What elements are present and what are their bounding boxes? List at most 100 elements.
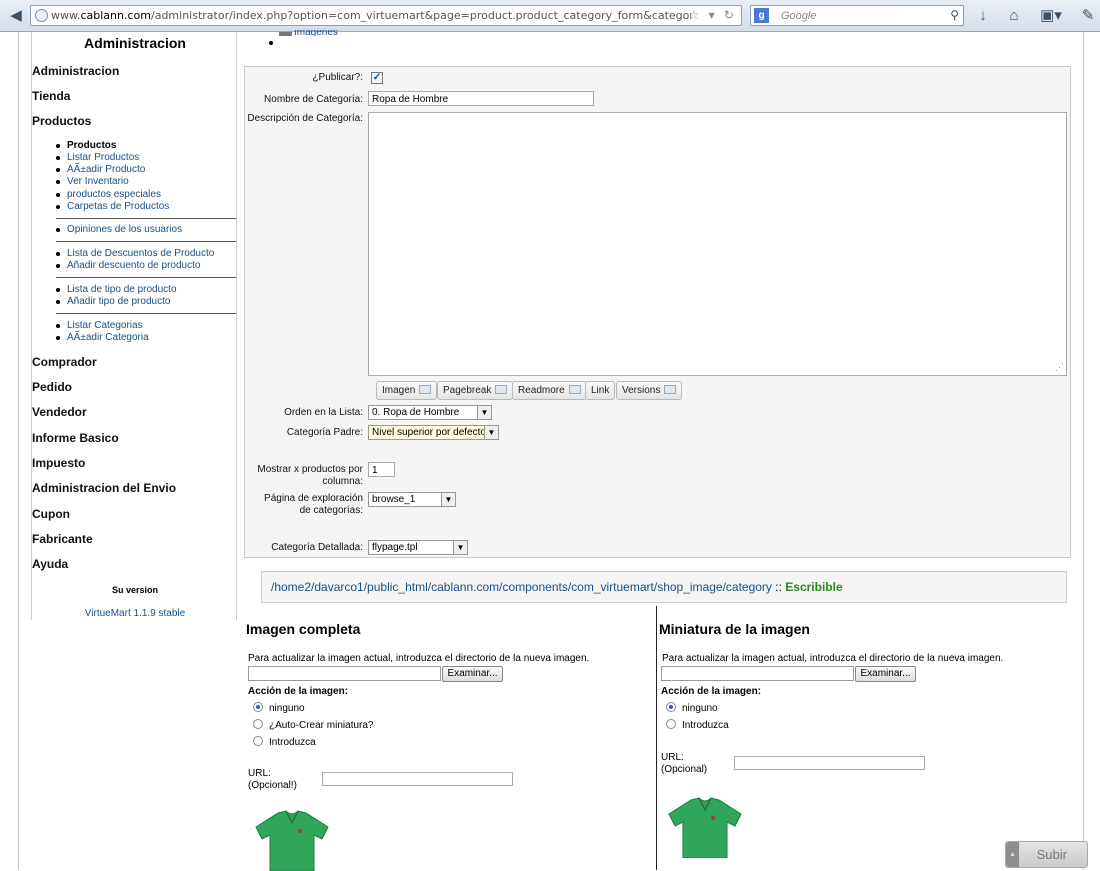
google-icon[interactable]: g — [754, 8, 769, 23]
images-link[interactable]: Imágenes — [294, 30, 338, 36]
sidebar-header[interactable]: Pedido — [32, 380, 72, 394]
browser-toolbar: ◀ www.cablann.com/administrator/index.ph… — [0, 0, 1100, 32]
sidebar-title: Administracion — [84, 35, 186, 51]
editor-pagebreak-button[interactable]: Pagebreak — [437, 381, 514, 400]
bullet — [269, 41, 273, 45]
thumb-url-optional: (Opcional) — [661, 764, 708, 775]
sidebar-header[interactable]: Administracion del Envio — [32, 481, 176, 495]
search-icon[interactable]: ⚲ — [950, 8, 959, 22]
sidebar-header[interactable]: Cupon — [32, 507, 70, 521]
detail-select[interactable]: flypage.tpl ▼ — [368, 540, 468, 555]
thumb-url-input[interactable] — [734, 756, 925, 770]
pagebreak-icon — [495, 385, 508, 394]
parent-select[interactable]: Nivel superior por defecto ▼ — [368, 425, 499, 440]
divider — [56, 241, 236, 242]
chevron-down-icon: ▼ — [453, 541, 467, 554]
resize-handle-icon[interactable]: ⋰ — [1055, 362, 1064, 373]
category-name-input[interactable]: Ropa de Hombre — [368, 91, 594, 106]
image-icon — [279, 32, 292, 36]
editor-versions-button[interactable]: Versions — [616, 381, 683, 400]
sidebar-header[interactable]: Tienda — [32, 89, 70, 103]
sidebar-header[interactable]: Fabricante — [32, 532, 93, 546]
extension-icon[interactable]: ✎ — [1077, 6, 1099, 26]
parent-label: Categoría Padre: — [286, 427, 363, 438]
full-image-preview — [255, 810, 329, 871]
thumb-image-file-input[interactable] — [661, 666, 854, 681]
order-select[interactable]: 0. Ropa de Hombre ▼ — [368, 405, 492, 420]
sidebar-sub-link[interactable]: Opiniones de los usuarios — [55, 224, 182, 235]
sidebar-sub-link[interactable]: Lista de tipo de producto — [56, 284, 177, 295]
address-bar[interactable]: www.cablann.com/administrator/index.php?… — [30, 5, 742, 26]
full-image-action-label: Acción de la imagen: — [248, 686, 349, 697]
full-url-label: URL: — [248, 768, 271, 779]
thumb-radio-enter[interactable] — [666, 719, 676, 729]
publish-label: ¿Publicar?: — [312, 72, 363, 83]
readmore-icon — [568, 385, 581, 394]
version-link[interactable]: VirtueMart 1.1.9 stable — [32, 608, 238, 619]
scroll-to-top-button[interactable]: ▲ Subir — [1005, 841, 1088, 868]
sidebar: Administracion Administracion Tienda Pro… — [31, 32, 237, 620]
per-row-input[interactable]: 1 — [368, 462, 395, 477]
sidebar-sub-link[interactable]: Listar Productos — [55, 152, 139, 163]
sidebar-sub-link[interactable]: AÃ±adir Producto — [55, 164, 145, 175]
sidebar-sub-current: Productos — [55, 140, 117, 151]
sidebar-header[interactable]: Administracion — [32, 64, 119, 78]
sidebar-sub-link[interactable]: Listar Categorias — [56, 320, 143, 331]
full-url-optional: (Opcional!) — [248, 780, 297, 791]
publish-checkbox[interactable]: ✓ — [371, 72, 383, 84]
full-radio-none[interactable] — [253, 702, 263, 712]
thumb-radio-none[interactable] — [666, 702, 676, 712]
divider — [56, 218, 236, 219]
sidebar-sub-link[interactable]: Añadir descuento de producto — [55, 260, 200, 271]
description-label: Descripción de Categoría: — [247, 113, 363, 124]
thumb-radio-none-label: ninguno — [682, 703, 718, 714]
home-icon[interactable]: ⌂ — [1003, 6, 1025, 26]
sidebar-header[interactable]: Impuesto — [32, 456, 85, 470]
full-image-browse-button[interactable]: Examinar... — [442, 666, 503, 682]
description-editor[interactable]: ⋰ — [368, 112, 1067, 376]
thumb-image-title: Miniatura de la imagen — [659, 621, 810, 637]
bookmarks-menu-icon[interactable]: ▣▾ — [1036, 6, 1066, 26]
sidebar-header[interactable]: Ayuda — [32, 557, 68, 571]
divider — [56, 277, 236, 278]
image-icon — [419, 385, 432, 394]
search-bar[interactable]: g Google ⚲ — [750, 5, 964, 26]
bookmark-star-icon[interactable]: ☆ ▾ ↻ — [688, 8, 737, 22]
sidebar-header[interactable]: Productos — [32, 114, 91, 128]
detail-label: Categoría Detallada: — [271, 542, 363, 553]
back-arrow-icon[interactable]: ◀ — [6, 6, 26, 26]
full-image-title: Imagen completa — [246, 621, 361, 637]
thumb-radio-enter-label: Introduzca — [682, 720, 729, 731]
url-text: www.cablann.com/administrator/index.php?… — [51, 9, 691, 22]
download-icon[interactable]: ↓ — [972, 6, 994, 26]
sidebar-sub-link[interactable]: productos especiales — [56, 189, 161, 200]
path-separator: :: — [771, 580, 786, 594]
chevron-down-icon: ▼ — [484, 426, 498, 439]
sidebar-sub-link[interactable]: Carpetas de Productos — [55, 201, 169, 212]
order-label: Orden en la Lista: — [284, 407, 363, 418]
thumb-image-browse-button[interactable]: Examinar... — [855, 666, 916, 682]
sidebar-sub-link[interactable]: Añadir tipo de producto — [55, 296, 170, 307]
full-image-file-input[interactable] — [248, 666, 441, 681]
sidebar-sub-link[interactable]: Ver Inventario — [56, 176, 129, 187]
editor-image-button[interactable]: Imagen — [376, 381, 438, 400]
globe-icon — [35, 9, 48, 22]
versions-icon — [664, 385, 677, 394]
sidebar-sub-link[interactable]: Lista de Descuentos de Producto — [55, 248, 214, 259]
writable-status: Escribible — [785, 580, 843, 594]
sidebar-sub-link[interactable]: AÃ±adir Categoria — [56, 332, 149, 343]
full-radio-enter[interactable] — [253, 736, 263, 746]
editor-readmore-button[interactable]: Readmore — [512, 381, 587, 400]
thumb-image-action-label: Acción de la imagen: — [661, 686, 762, 697]
full-radio-autocreate[interactable] — [253, 719, 263, 729]
image-path-link[interactable]: /home2/davarco1/public_html/cablann.com/… — [271, 580, 772, 594]
sidebar-header[interactable]: Informe Basico — [32, 431, 119, 445]
full-image-instruction: Para actualizar la imagen actual, introd… — [248, 653, 590, 664]
full-radio-none-label: ninguno — [269, 703, 305, 714]
sidebar-header[interactable]: Comprador — [32, 355, 97, 369]
editor-link-button[interactable]: Link — [585, 381, 616, 400]
full-url-input[interactable] — [322, 772, 513, 786]
sidebar-header[interactable]: Vendedor — [32, 405, 87, 419]
browse-page-select[interactable]: browse_1 ▼ — [368, 492, 456, 507]
per-row-label: Mostrar x productos por columna: — [257, 464, 363, 487]
